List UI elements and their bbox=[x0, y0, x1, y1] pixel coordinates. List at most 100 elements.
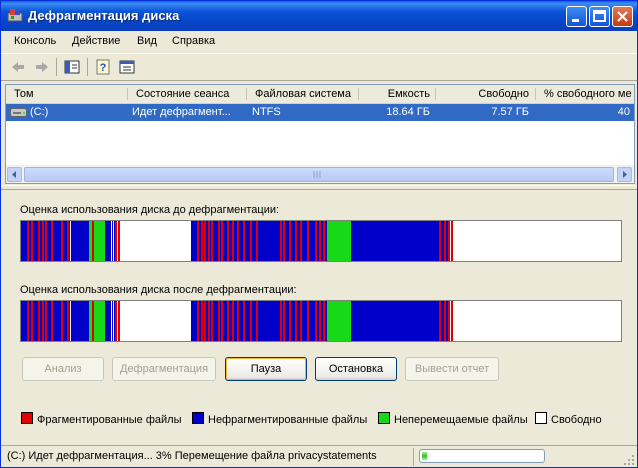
scroll-thumb[interactable] bbox=[24, 167, 614, 182]
stop-button[interactable]: Остановка bbox=[315, 357, 397, 381]
fragmented-cluster-line bbox=[51, 301, 53, 341]
pane-splitter[interactable] bbox=[1, 185, 637, 190]
horizontal-scrollbar[interactable] bbox=[6, 165, 634, 183]
fragmented-cluster-line bbox=[38, 221, 40, 261]
contiguous-cluster-region bbox=[351, 221, 449, 261]
fragmented-cluster-line bbox=[201, 301, 203, 341]
column-capacity[interactable]: Емкость bbox=[366, 88, 430, 100]
fragmented-cluster-line bbox=[289, 221, 291, 261]
free-cluster-line bbox=[111, 221, 112, 261]
fragmented-cluster-line bbox=[67, 301, 69, 341]
scroll-right-button[interactable] bbox=[617, 167, 632, 182]
fragmented-cluster-line bbox=[118, 221, 120, 261]
legend-contiguous-label: Нефрагментированные файлы bbox=[208, 414, 368, 426]
progress-fill bbox=[422, 452, 427, 460]
fragmented-cluster-line bbox=[197, 221, 199, 261]
menu-action[interactable]: Действие bbox=[72, 35, 120, 47]
fragmented-cluster-line bbox=[283, 221, 285, 261]
fragmented-cluster-line bbox=[67, 221, 69, 261]
fragmented-cluster-line bbox=[118, 301, 120, 341]
fragmented-cluster-line bbox=[208, 221, 210, 261]
volume-row[interactable]: (C:) Идет дефрагмент... NTFS 18.64 ГБ 7.… bbox=[6, 104, 634, 121]
fragmented-cluster-line bbox=[232, 221, 234, 261]
fragmented-cluster-line bbox=[300, 221, 302, 261]
fragmented-swatch bbox=[21, 412, 33, 424]
fragmented-cluster-line bbox=[250, 301, 252, 341]
minimize-button[interactable] bbox=[566, 6, 587, 27]
fragmented-cluster-line bbox=[439, 301, 441, 341]
help-icon[interactable]: ? bbox=[94, 58, 112, 76]
legend-contiguous: Нефрагментированные файлы bbox=[192, 412, 367, 426]
fragmented-cluster-line bbox=[42, 301, 44, 341]
after-analysis-label: Оценка использования диска после дефрагм… bbox=[20, 284, 297, 296]
fragmented-cluster-line bbox=[237, 221, 239, 261]
fragmented-cluster-line bbox=[218, 221, 220, 261]
free-cluster-region bbox=[117, 221, 191, 261]
pause-button[interactable]: Пауза bbox=[225, 357, 307, 381]
free-cluster-region bbox=[449, 221, 621, 261]
column-session-state[interactable]: Состояние сеанса bbox=[136, 88, 246, 100]
column-volume[interactable]: Том bbox=[14, 88, 124, 100]
legend-free: Свободно bbox=[535, 412, 602, 426]
fragmented-cluster-line bbox=[250, 221, 252, 261]
fragmented-cluster-line bbox=[256, 221, 258, 261]
column-free[interactable]: Свободно bbox=[443, 88, 529, 100]
free-cluster-line bbox=[113, 301, 114, 341]
console-tree-icon[interactable] bbox=[118, 58, 136, 76]
maximize-button[interactable] bbox=[589, 6, 610, 27]
column-separator bbox=[246, 88, 247, 100]
fragmented-cluster-line bbox=[227, 221, 229, 261]
column-separator bbox=[435, 88, 436, 100]
fragmented-cluster-line bbox=[323, 301, 325, 341]
fragmented-cluster-line bbox=[115, 221, 117, 261]
resize-grip-icon[interactable] bbox=[623, 454, 635, 466]
fragmented-cluster-line bbox=[197, 301, 199, 341]
fragmented-cluster-line bbox=[51, 221, 53, 261]
analyze-button[interactable]: Анализ bbox=[22, 357, 104, 381]
column-separator bbox=[535, 88, 536, 100]
fragmented-cluster-line bbox=[448, 221, 450, 261]
fragmented-cluster-line bbox=[204, 221, 206, 261]
defragment-button[interactable]: Дефрагментация bbox=[112, 357, 216, 381]
fragmented-cluster-line bbox=[295, 221, 297, 261]
column-free-percent[interactable]: % свободного ме bbox=[544, 88, 634, 100]
fragmented-cluster-line bbox=[61, 301, 63, 341]
fragmented-cluster-line bbox=[319, 301, 321, 341]
fragmented-cluster-line bbox=[243, 301, 245, 341]
fragmented-cluster-line bbox=[319, 221, 321, 261]
free-cluster-line bbox=[70, 301, 71, 341]
free-cluster-line bbox=[113, 221, 114, 261]
fragmented-cluster-line bbox=[439, 221, 441, 261]
fragmented-cluster-line bbox=[27, 221, 29, 261]
title-bar[interactable]: Дефрагментация диска bbox=[1, 1, 637, 31]
menu-view[interactable]: Вид bbox=[137, 35, 157, 47]
view-report-button[interactable]: Вывести отчет bbox=[405, 357, 499, 381]
menu-bar: Консоль Действие Вид Справка bbox=[1, 31, 637, 51]
status-text: (C:) Идет дефрагментация... 3% Перемещен… bbox=[7, 450, 377, 462]
close-button[interactable] bbox=[612, 6, 633, 27]
fragmented-cluster-line bbox=[38, 301, 40, 341]
fragmented-cluster-line bbox=[211, 301, 213, 341]
fragmented-cluster-line bbox=[315, 301, 317, 341]
contiguous-swatch bbox=[192, 412, 204, 424]
back-arrow-icon[interactable] bbox=[9, 58, 27, 76]
menu-help[interactable]: Справка bbox=[172, 35, 215, 47]
menu-console[interactable]: Консоль bbox=[14, 35, 56, 47]
fragmented-cluster-line bbox=[256, 301, 258, 341]
forward-arrow-icon[interactable] bbox=[33, 58, 51, 76]
fragmented-cluster-line bbox=[323, 221, 325, 261]
fragmented-cluster-line bbox=[300, 301, 302, 341]
fragmented-cluster-line bbox=[115, 301, 117, 341]
fragmented-cluster-line bbox=[243, 221, 245, 261]
show-hide-tree-icon[interactable] bbox=[63, 58, 81, 76]
fragmented-cluster-line bbox=[232, 301, 234, 341]
unmovable-cluster-region bbox=[327, 221, 351, 261]
fragmented-cluster-line bbox=[201, 221, 203, 261]
volume-list: Том Состояние сеанса Файловая система Ем… bbox=[5, 84, 635, 184]
free-cluster-line bbox=[111, 301, 112, 341]
scroll-left-button[interactable] bbox=[7, 167, 22, 182]
free-cluster-line bbox=[454, 221, 455, 261]
fragmented-cluster-line bbox=[295, 301, 297, 341]
column-file-system[interactable]: Файловая система bbox=[255, 88, 365, 100]
legend-unmovable-label: Неперемещаемые файлы bbox=[394, 414, 528, 426]
